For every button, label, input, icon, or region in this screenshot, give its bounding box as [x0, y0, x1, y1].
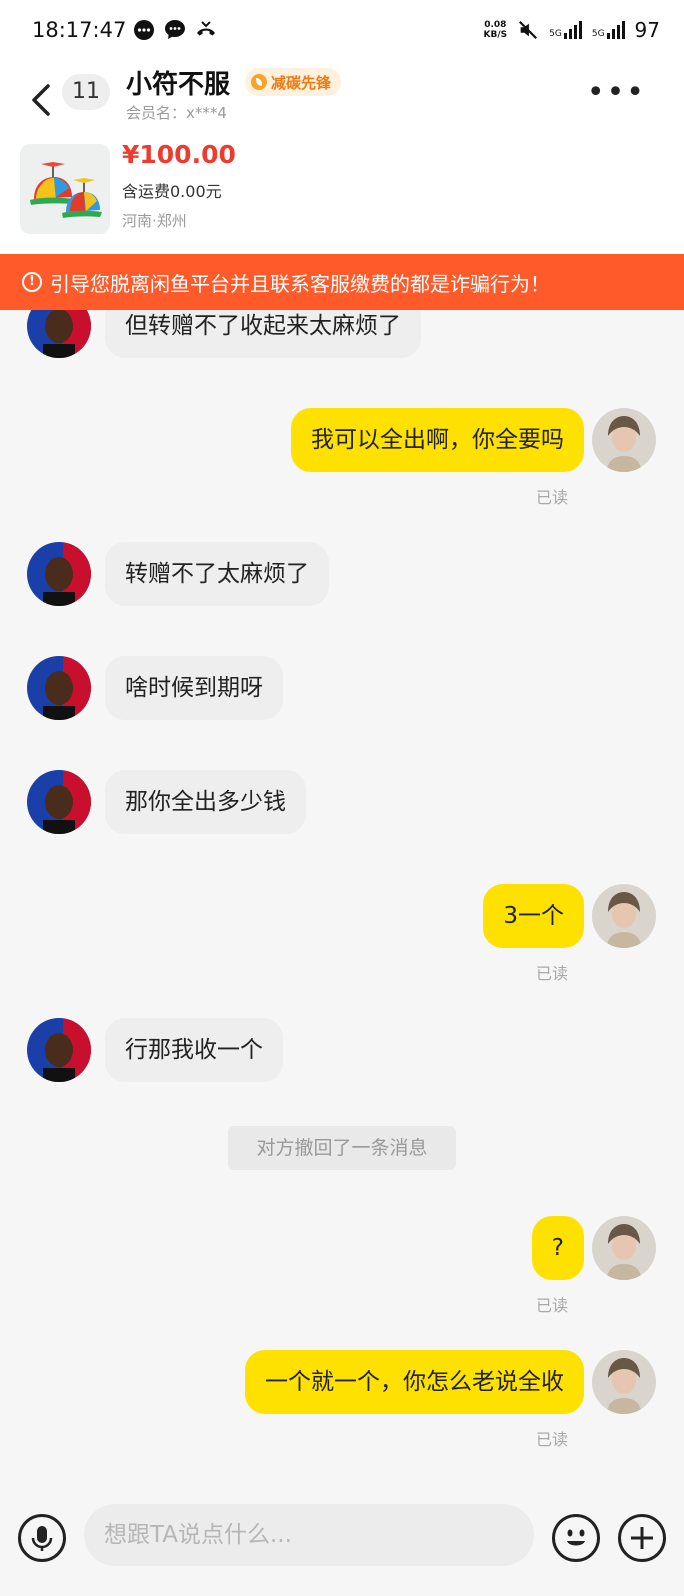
emoji-button[interactable]	[552, 1514, 600, 1562]
fraud-warning-text: 引导您脱离闲鱼平台并且联系客服缴费的都是诈骗行为！	[50, 271, 550, 296]
message-bubble[interactable]: 3一个	[483, 884, 584, 948]
message-input[interactable]: 想跟TA说点什么...	[84, 1504, 534, 1566]
message-bubble[interactable]: 我可以全出啊，你全要吗	[291, 408, 584, 472]
seller-avatar[interactable]	[27, 656, 91, 720]
read-receipt: 已读	[535, 1296, 568, 1315]
mute-icon	[519, 20, 538, 40]
message-icon	[165, 20, 185, 39]
status-bar: 18:17:47 0.08 KB/S 5G 5G 97	[0, 0, 684, 64]
message-bubble[interactable]: ?	[531, 1216, 584, 1280]
user-avatar[interactable]	[592, 1350, 656, 1414]
product-location: 河南·郑州	[122, 212, 187, 230]
read-receipt: 已读	[535, 964, 568, 983]
product-thumbnail[interactable]	[20, 144, 110, 234]
signal-2: 5G	[592, 21, 625, 39]
message-bubble[interactable]: 转赠不了太麻烦了	[105, 542, 329, 606]
warning-icon: !	[22, 272, 42, 292]
carbon-badge[interactable]: 减碳先锋	[245, 68, 342, 96]
input-bar: 想跟TA说点什么...	[0, 1484, 684, 1596]
message-bubble[interactable]: 那你全出多少钱	[105, 770, 306, 834]
seller-avatar[interactable]	[27, 1018, 91, 1082]
leaf-icon	[251, 74, 267, 90]
product-price: ¥100.00	[122, 140, 236, 169]
signal-2-label: 5G	[591, 29, 605, 39]
signal-1-label: 5G	[549, 29, 562, 39]
more-actions-button[interactable]	[618, 1514, 666, 1562]
message-bubble[interactable]: 一个就一个，你怎么老说全收	[245, 1350, 584, 1414]
microphone-icon	[31, 1526, 53, 1551]
chat-history[interactable]: 但转赠不了收起来太麻烦了 我可以全出啊，你全要吗 已读 转赠不了太麻烦了 啥时候…	[0, 254, 684, 1484]
fraud-warning-banner: ! 引导您脱离闲鱼平台并且联系客服缴费的都是诈骗行为！	[0, 254, 684, 310]
signal-bars-icon	[606, 21, 625, 39]
shipping-fee: 含运费0.00元	[122, 182, 222, 201]
read-receipt: 已读	[535, 488, 568, 507]
system-message: 对方撤回了一条消息	[228, 1126, 456, 1170]
message-bubble[interactable]: 行那我收一个	[105, 1018, 283, 1082]
voice-button[interactable]	[18, 1514, 66, 1562]
more-options-icon[interactable]: •••	[587, 78, 646, 108]
net-speed-value: 0.08	[484, 20, 507, 30]
read-receipt: 已读	[535, 1430, 568, 1449]
seller-name[interactable]: 小符不服	[126, 64, 230, 101]
status-time: 18:17:47	[32, 18, 127, 42]
user-avatar[interactable]	[592, 1216, 656, 1280]
seller-avatar[interactable]	[27, 770, 91, 834]
smiley-icon	[567, 1529, 585, 1546]
plus-icon	[631, 1527, 653, 1549]
seller-avatar[interactable]	[27, 542, 91, 606]
user-avatar[interactable]	[592, 408, 656, 472]
carbon-badge-label: 减碳先锋	[271, 73, 332, 92]
member-id: 会员名：x***4	[126, 104, 227, 122]
missed-call-icon	[197, 21, 215, 36]
back-arrow-icon[interactable]	[28, 78, 58, 122]
chat-header: 11 小符不服 减碳先锋 会员名：x***4 ••• ¥100.00 含运费0.…	[0, 64, 684, 254]
chat-bubble-icon	[134, 20, 154, 40]
net-speed: 0.08 KB/S	[484, 20, 508, 40]
signal-1: 5G	[549, 21, 582, 39]
net-speed-unit: KB/S	[483, 30, 508, 40]
user-avatar[interactable]	[592, 884, 656, 948]
unread-count-badge[interactable]: 11	[62, 74, 110, 110]
signal-bars-icon	[563, 21, 582, 39]
battery-level: 97	[634, 18, 660, 42]
message-bubble[interactable]: 啥时候到期呀	[105, 656, 283, 720]
